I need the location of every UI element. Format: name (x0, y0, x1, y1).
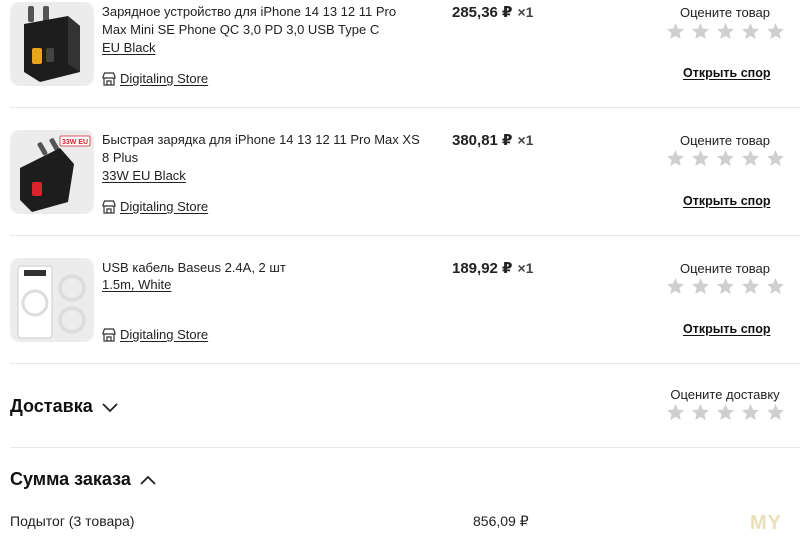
subtotal-value: 856,09 ₽ (473, 513, 529, 529)
product-variant: 1.5m, White (102, 277, 172, 292)
open-dispute-link[interactable]: Открыть спор (683, 194, 770, 208)
watermark-logo: MY (750, 512, 782, 534)
star-icon[interactable] (716, 277, 735, 296)
quantity: ×1 (517, 260, 534, 276)
order-item: 33W EU Быстрая зарядка для iPhone 14 13 … (0, 128, 800, 256)
chevron-up-icon (140, 475, 156, 485)
star-icon[interactable] (766, 403, 785, 422)
star-icon[interactable] (766, 277, 785, 296)
chevron-down-icon (102, 402, 118, 412)
rate-product-label: Оцените товар (680, 261, 770, 276)
star-icon[interactable] (666, 22, 685, 41)
star-icon[interactable] (766, 149, 785, 168)
store-name[interactable]: Digitaling Store (120, 326, 208, 344)
order-summary-toggle[interactable]: Сумма заказа (10, 469, 157, 490)
star-icon[interactable] (716, 149, 735, 168)
rate-product-label: Оцените товар (680, 133, 770, 148)
store-link[interactable]: Digitaling Store (102, 70, 208, 88)
rate-delivery-label: Оцените доставку (670, 387, 780, 402)
divider (10, 363, 800, 364)
product-image-charger-black[interactable] (10, 2, 94, 86)
divider (10, 447, 800, 448)
star-icon[interactable] (716, 403, 735, 422)
star-icon[interactable] (666, 149, 685, 168)
quantity: ×1 (517, 132, 534, 148)
rating-stars[interactable] (666, 22, 785, 41)
store-name[interactable]: Digitaling Store (120, 198, 208, 216)
product-variant: EU Black (102, 40, 156, 55)
summary-title: Сумма заказа (10, 469, 131, 489)
star-icon[interactable] (691, 149, 710, 168)
store-icon (102, 200, 116, 214)
product-image-fast-charger[interactable]: 33W EU (10, 130, 94, 214)
delivery-toggle[interactable]: Доставка (10, 396, 119, 417)
delivery-rating-stars[interactable] (666, 403, 785, 422)
price: 285,36 ₽ ×1 (452, 3, 533, 21)
store-name[interactable]: Digitaling Store (120, 70, 208, 88)
price-value: 189,92 ₽ (452, 260, 513, 277)
star-icon[interactable] (766, 22, 785, 41)
product-title[interactable]: USB кабель Baseus 2.4A, 2 шт (102, 259, 422, 277)
rate-product-label: Оцените товар (680, 5, 770, 20)
star-icon[interactable] (741, 22, 760, 41)
delivery-title: Доставка (10, 396, 93, 416)
star-icon[interactable] (666, 277, 685, 296)
price-value: 285,36 ₽ (452, 4, 513, 21)
product-title[interactable]: Зарядное устройство для iPhone 14 13 12 … (102, 3, 422, 39)
divider (10, 235, 800, 236)
subtotal-label: Подытог (3 товара) (10, 513, 135, 529)
rating-stars[interactable] (666, 149, 785, 168)
store-link[interactable]: Digitaling Store (102, 198, 208, 216)
product-title[interactable]: Быстрая зарядка для iPhone 14 13 12 11 P… (102, 131, 422, 167)
star-icon[interactable] (741, 277, 760, 296)
divider (10, 107, 800, 108)
price: 189,92 ₽ ×1 (452, 259, 533, 277)
product-variant: 33W EU Black (102, 168, 186, 183)
open-dispute-link[interactable]: Открыть спор (683, 66, 770, 80)
product-image-usb-cable[interactable] (10, 258, 94, 342)
star-icon[interactable] (741, 149, 760, 168)
open-dispute-link[interactable]: Открыть спор (683, 322, 770, 336)
star-icon[interactable] (691, 22, 710, 41)
star-icon[interactable] (741, 403, 760, 422)
price-value: 380,81 ₽ (452, 132, 513, 149)
store-icon (102, 72, 116, 86)
star-icon[interactable] (666, 403, 685, 422)
order-item: USB кабель Baseus 2.4A, 2 шт 1.5m, White… (0, 256, 800, 384)
rating-stars[interactable] (666, 277, 785, 296)
star-icon[interactable] (691, 277, 710, 296)
store-icon (102, 328, 116, 342)
quantity: ×1 (517, 4, 534, 20)
price: 380,81 ₽ ×1 (452, 131, 533, 149)
store-link[interactable]: Digitaling Store (102, 326, 208, 344)
badge-text: 33W EU (62, 139, 88, 146)
order-item: Зарядное устройство для iPhone 14 13 12 … (0, 0, 800, 128)
star-icon[interactable] (716, 22, 735, 41)
star-icon[interactable] (691, 403, 710, 422)
